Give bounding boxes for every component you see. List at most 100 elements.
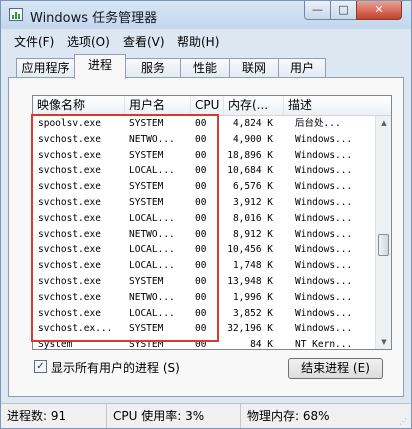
- process-user: LOCAL...: [129, 212, 175, 224]
- process-user: NETWO...: [129, 228, 175, 240]
- process-description: Windows...: [295, 149, 353, 161]
- process-memory: 3,912 K: [232, 196, 273, 208]
- menu-options[interactable]: 选项(O): [67, 33, 110, 50]
- process-memory: 3,852 K: [232, 307, 273, 319]
- task-manager-window: Windows 任务管理器 — □ ✕ 文件(F) 选项(O) 查看(V) 帮助…: [0, 0, 412, 429]
- process-rows: spoolsv.exe SYSTEM 00 4,824 K 后台处... svchost…: [33, 116, 375, 350]
- column-memory[interactable]: 内存(...: [224, 96, 284, 115]
- process-name: svchost.exe: [38, 133, 101, 145]
- process-name: svchost.exe: [38, 275, 101, 287]
- scroll-down-arrow-icon[interactable]: ▼: [376, 335, 391, 349]
- menu-view[interactable]: 查看(V): [123, 33, 165, 50]
- scroll-up-arrow-icon[interactable]: ▲: [376, 116, 391, 130]
- vertical-scrollbar[interactable]: ▲ ▼: [375, 116, 391, 349]
- processes-panel: 映像名称 用户名 CPU 内存(... 描述 spoolsv.exe SYSTEM…: [8, 77, 404, 397]
- table-row[interactable]: svchost.exe SYSTEM 00 18,896 K Windows...: [33, 148, 375, 164]
- process-cpu: 00: [195, 212, 207, 224]
- table-row[interactable]: svchost.exe NETWO... 00 4,900 K Windows...: [33, 132, 375, 148]
- process-description: Windows...: [295, 133, 353, 145]
- tab-applications[interactable]: 应用程序: [16, 58, 75, 78]
- process-cpu: 00: [195, 181, 207, 193]
- tab-performance[interactable]: 性能: [180, 58, 230, 78]
- tab-services[interactable]: 服务: [125, 58, 181, 78]
- table-row[interactable]: svchost.exe SYSTEM 00 6,576 K Windows...: [33, 179, 375, 195]
- process-name: svchost.exe: [38, 244, 101, 256]
- column-header-row: 映像名称 用户名 CPU 内存(... 描述: [33, 96, 391, 116]
- process-list[interactable]: 映像名称 用户名 CPU 内存(... 描述 spoolsv.exe SYSTEM…: [32, 95, 392, 350]
- process-memory: 10,684 K: [227, 165, 273, 177]
- process-user: SYSTEM: [129, 181, 164, 193]
- process-cpu: 00: [195, 165, 207, 177]
- end-process-button[interactable]: 结束进程 (E): [288, 358, 383, 379]
- table-row[interactable]: svchost.exe LOCAL... 00 3,852 K Windows...: [33, 306, 375, 322]
- process-cpu: 00: [195, 291, 207, 303]
- process-cpu: 00: [195, 118, 207, 129]
- table-row[interactable]: svchost.exe NETWO... 00 8,912 K Windows...: [33, 227, 375, 243]
- column-image-name[interactable]: 映像名称: [33, 96, 125, 115]
- process-description: 后台处...: [295, 118, 341, 129]
- process-memory: 1,996 K: [232, 291, 273, 303]
- process-description: Windows...: [295, 323, 353, 335]
- process-user: SYSTEM: [129, 196, 164, 208]
- process-cpu: 00: [195, 228, 207, 240]
- scrollbar-thumb[interactable]: [378, 234, 389, 256]
- table-row[interactable]: spoolsv.exe SYSTEM 00 4,824 K 后台处...: [33, 116, 375, 132]
- table-row[interactable]: svchost.ex... SYSTEM 00 32,196 K Windows...: [33, 321, 375, 337]
- process-description: NT Kern...: [295, 339, 353, 350]
- tab-processes[interactable]: 进程: [74, 54, 126, 79]
- table-row[interactable]: svchost.exe SYSTEM 00 13,948 K Windows...: [33, 274, 375, 290]
- status-physical-memory: 物理内存: 68%: [247, 409, 330, 423]
- table-row[interactable]: svchost.exe LOCAL... 00 1,748 K Windows...: [33, 258, 375, 274]
- process-description: Windows...: [295, 181, 353, 193]
- maximize-button[interactable]: □: [330, 1, 357, 20]
- show-all-users-label[interactable]: 显示所有用户的进程 (S): [51, 359, 180, 376]
- table-row[interactable]: svchost.exe NETWO... 00 1,996 K Windows...: [33, 290, 375, 306]
- table-row[interactable]: System SYSTEM 00 84 K NT Kern...: [33, 337, 375, 350]
- tab-strip: 应用程序 进程 服务 性能 联网 用户: [1, 53, 411, 79]
- process-description: Windows...: [295, 275, 353, 287]
- table-row[interactable]: svchost.exe LOCAL... 00 8,016 K Windows...: [33, 211, 375, 227]
- process-memory: 32,196 K: [227, 323, 273, 335]
- process-user: LOCAL...: [129, 165, 175, 177]
- process-cpu: 00: [195, 307, 207, 319]
- process-user: SYSTEM: [129, 118, 164, 129]
- status-cpu-usage: CPU 使用率: 3%: [107, 404, 241, 428]
- process-user: SYSTEM: [129, 323, 164, 335]
- process-user: LOCAL...: [129, 244, 175, 256]
- table-row[interactable]: svchost.exe LOCAL... 00 10,456 K Windows...: [33, 242, 375, 258]
- column-description[interactable]: 描述: [284, 96, 391, 115]
- tab-networking[interactable]: 联网: [229, 58, 279, 78]
- table-row[interactable]: svchost.exe SYSTEM 00 3,912 K Windows...: [33, 195, 375, 211]
- process-description: Windows...: [295, 260, 353, 272]
- process-name: svchost.exe: [38, 291, 101, 303]
- menu-help[interactable]: 帮助(H): [177, 33, 219, 50]
- process-name: svchost.exe: [38, 307, 101, 319]
- column-cpu[interactable]: CPU: [191, 96, 224, 115]
- process-user: SYSTEM: [129, 275, 164, 287]
- process-description: Windows...: [295, 228, 353, 240]
- close-button[interactable]: ✕: [356, 1, 402, 20]
- process-description: Windows...: [295, 291, 353, 303]
- resize-grip-icon[interactable]: ⋰: [399, 417, 409, 427]
- tab-users[interactable]: 用户: [278, 58, 326, 78]
- process-name: svchost.exe: [38, 196, 101, 208]
- process-name: svchost.exe: [38, 181, 101, 193]
- window-title: Windows 任务管理器: [30, 11, 158, 26]
- process-memory: 8,016 K: [232, 212, 273, 224]
- minimize-button[interactable]: —: [304, 1, 331, 20]
- status-bar: 进程数: 91 CPU 使用率: 3% 物理内存: 68% ⋰: [1, 403, 411, 428]
- column-user-name[interactable]: 用户名: [125, 96, 191, 115]
- process-name: svchost.exe: [38, 165, 101, 177]
- title-bar[interactable]: Windows 任务管理器 — □ ✕: [1, 1, 411, 29]
- status-process-count: 进程数: 91: [1, 404, 107, 428]
- table-row[interactable]: svchost.exe LOCAL... 00 10,684 K Windows...: [33, 163, 375, 179]
- process-memory: 8,912 K: [232, 228, 273, 240]
- process-memory: 4,824 K: [232, 118, 273, 129]
- process-user: NETWO...: [129, 133, 175, 145]
- show-all-users-checkbox[interactable]: ✓: [34, 360, 47, 373]
- menu-file[interactable]: 文件(F): [14, 33, 54, 50]
- process-name: svchost.ex...: [38, 323, 113, 335]
- process-user: SYSTEM: [129, 339, 164, 350]
- process-cpu: 00: [195, 275, 207, 287]
- process-cpu: 00: [195, 244, 207, 256]
